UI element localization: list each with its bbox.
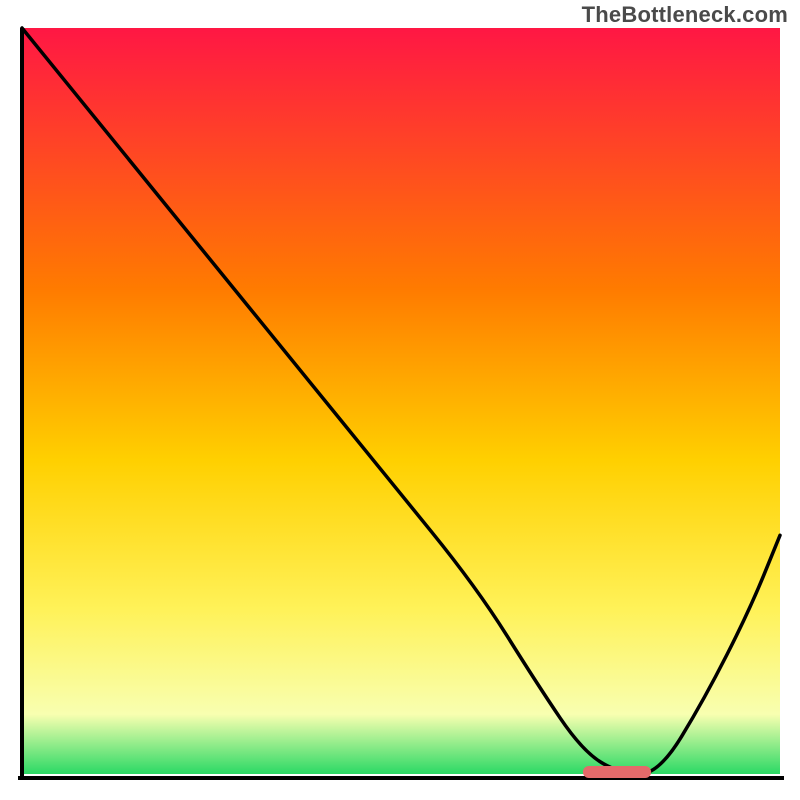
chart-container: { "watermark": "TheBottleneck.com", "col… <box>0 0 800 800</box>
bottleneck-chart <box>0 0 800 800</box>
gradient-background <box>22 28 780 774</box>
optimal-marker <box>583 766 651 778</box>
